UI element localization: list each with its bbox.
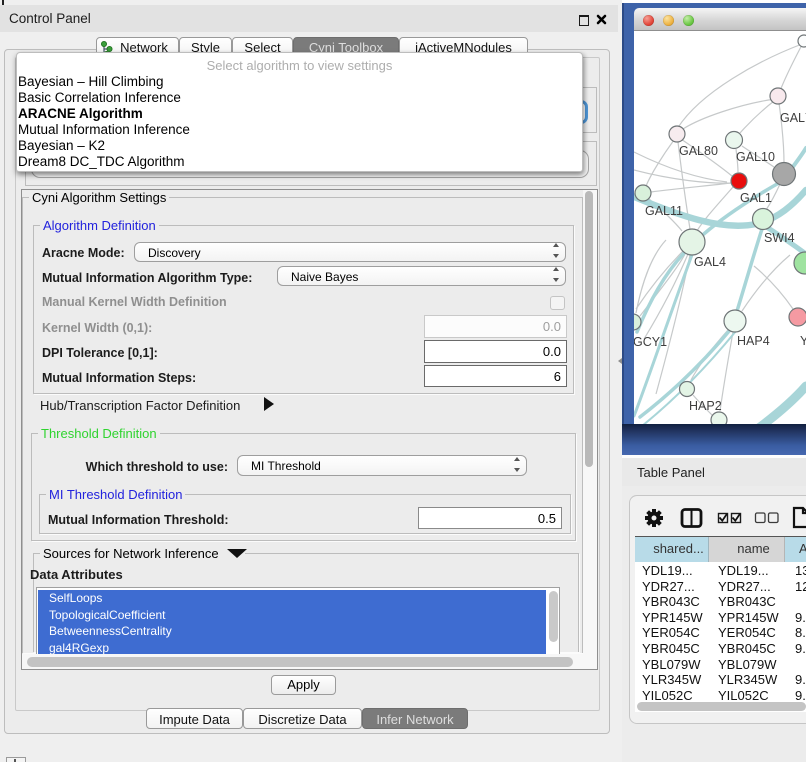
svg-text:HAP4: HAP4 bbox=[737, 334, 770, 348]
svg-text:GAL1: GAL1 bbox=[740, 191, 772, 205]
svg-text:GAL11: GAL11 bbox=[645, 204, 683, 218]
svg-text:GAL80: GAL80 bbox=[679, 144, 718, 158]
svg-text:GCY1: GCY1 bbox=[634, 335, 667, 349]
svg-text:GAL7: GAL7 bbox=[780, 111, 806, 125]
svg-text:HAP2: HAP2 bbox=[689, 399, 722, 413]
svg-text:SWI4: SWI4 bbox=[764, 231, 795, 245]
svg-text:GAL4: GAL4 bbox=[694, 255, 726, 269]
svg-text:Y: Y bbox=[800, 334, 806, 348]
svg-text:GAL10: GAL10 bbox=[736, 150, 775, 164]
